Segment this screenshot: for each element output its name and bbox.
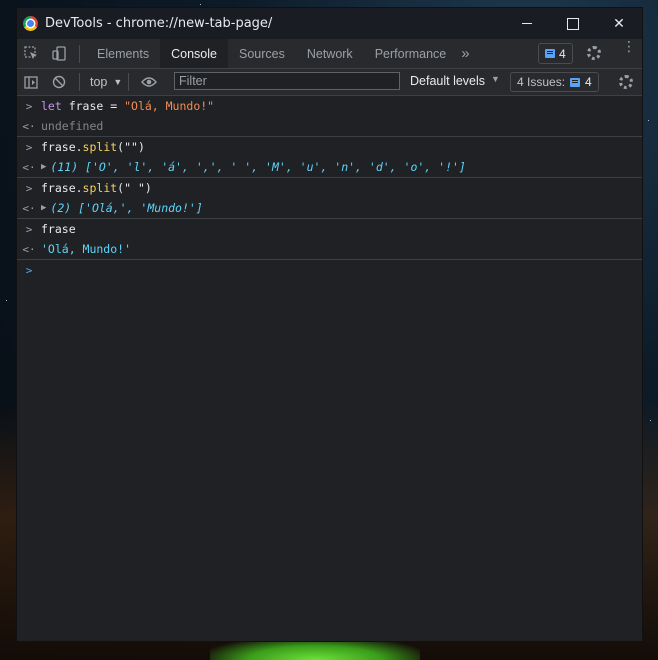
console-result-line[interactable]: <· ▶ (2) ['Olá,', 'Mundo!'] <box>17 198 642 218</box>
star <box>648 120 649 121</box>
console-prompt-line[interactable]: > <box>17 260 642 280</box>
result-arrow-icon: <· <box>22 242 36 256</box>
sidebar-icon <box>24 75 38 89</box>
close-button[interactable]: ✕ <box>596 8 642 39</box>
console-result-line: <· 'Olá, Mundo!' <box>17 239 642 259</box>
object-token: frase <box>41 222 76 236</box>
star <box>6 300 7 301</box>
window-title: DevTools - chrome://new-tab-page/ <box>45 16 273 31</box>
chrome-logo-icon <box>23 16 38 31</box>
console-entry: > frase. split (" ") <· ▶ (2) ['Olá,', 'Mu… <box>17 178 642 219</box>
result-arrow-icon: <· <box>22 201 36 215</box>
more-options-button[interactable]: ⋮ <box>622 40 636 54</box>
clear-console-button[interactable] <box>45 69 73 95</box>
result-value: (11) ['O', 'l', 'á', ',', ' ', 'M', 'u',… <box>50 160 466 174</box>
console-input-line: > frase. split ("") <box>17 137 642 157</box>
args-token: ("") <box>117 140 145 154</box>
console-result-line: <· undefined <box>17 116 642 136</box>
keyword-token: let <box>41 99 62 113</box>
gear-icon <box>619 75 633 89</box>
console-result-line[interactable]: <· ▶ (11) ['O', 'l', 'á', ',', ' ', 'M',… <box>17 157 642 177</box>
input-prompt-icon: > <box>25 181 33 195</box>
messages-badge[interactable]: 4 <box>538 43 573 64</box>
console-entry: > let frase = "Olá, Mundo!" <· undefined <box>17 96 642 137</box>
console-input-line: > frase. split (" ") <box>17 178 642 198</box>
result-arrow-icon: <· <box>22 160 36 174</box>
dropdown-arrow-icon: ▼ <box>113 77 123 87</box>
code-token: frase = <box>61 99 125 113</box>
messages-count: 4 <box>559 46 566 61</box>
issue-icon <box>570 77 581 87</box>
input-prompt-icon: > <box>25 140 33 154</box>
function-token: split <box>82 140 118 154</box>
result-value: 'Olá, Mundo!' <box>41 242 132 256</box>
console-toolbar: top ▼ Filter Default levels ▼ 4 Issues: … <box>17 69 642 96</box>
log-levels-dropdown[interactable]: Default levels ▼ <box>410 74 500 88</box>
maximize-icon <box>567 17 579 30</box>
expand-triangle-icon[interactable]: ▶ <box>41 162 46 172</box>
gear-icon <box>587 46 601 60</box>
issues-label: 4 Issues: <box>517 75 566 89</box>
expand-triangle-icon[interactable]: ▶ <box>41 203 46 213</box>
filter-input[interactable]: Filter <box>174 72 400 90</box>
console-output: > let frase = "Olá, Mundo!" <· undefined… <box>17 96 642 280</box>
object-token: frase. <box>41 181 83 195</box>
inspect-icon <box>23 46 37 59</box>
device-icon <box>51 46 66 61</box>
tab-elements[interactable]: Elements <box>86 39 160 68</box>
title-bar: DevTools - chrome://new-tab-page/ ✕ <box>17 8 642 39</box>
panel-tabbar: Elements Console Sources Network Perform… <box>17 39 642 69</box>
maximize-button[interactable] <box>550 8 596 39</box>
input-prompt-icon: > <box>25 99 33 113</box>
star <box>200 4 201 5</box>
function-token: split <box>82 181 118 195</box>
context-label: top <box>90 75 108 89</box>
tab-console[interactable]: Console <box>160 39 228 68</box>
console-settings-button[interactable] <box>619 75 633 89</box>
device-toolbar-button[interactable] <box>45 39 73 68</box>
divider <box>128 73 130 91</box>
console-prompt-icon: > <box>25 263 33 277</box>
minimize-button[interactable] <box>504 8 550 39</box>
console-input-line: > let frase = "Olá, Mundo!" <box>17 96 642 116</box>
input-prompt-icon: > <box>25 222 33 236</box>
issues-button[interactable]: 4 Issues: 4 <box>510 72 599 92</box>
console-entry: > frase. split ("") <· ▶ (11) ['O', 'l', '… <box>17 137 642 178</box>
object-token: frase. <box>41 140 83 154</box>
issues-count: 4 <box>585 75 592 89</box>
clear-icon <box>52 75 66 89</box>
result-arrow-icon: <· <box>22 119 36 133</box>
tab-network[interactable]: Network <box>296 39 364 68</box>
show-sidebar-button[interactable] <box>17 69 45 95</box>
divider <box>79 44 80 63</box>
live-expression-button[interactable] <box>135 69 163 95</box>
kebab-menu-icon: ⋮ <box>622 39 636 55</box>
console-entry: > frase <· 'Olá, Mundo!' <box>17 219 642 260</box>
tab-sources[interactable]: Sources <box>228 39 296 68</box>
message-icon <box>545 49 555 58</box>
string-token: "Olá, Mundo!" <box>124 99 215 113</box>
minimize-icon <box>522 22 532 25</box>
result-value: undefined <box>41 119 104 133</box>
inspect-element-button[interactable] <box>17 39 45 68</box>
args-token: (" ") <box>117 181 152 195</box>
log-levels-label: Default levels <box>410 74 486 88</box>
devtools-window: DevTools - chrome://new-tab-page/ ✕ Elem… <box>17 8 642 641</box>
result-value: (2) ['Olá,', 'Mundo!'] <box>50 201 203 215</box>
more-tabs-button[interactable]: » <box>457 39 473 68</box>
context-selector[interactable]: top ▼ <box>90 75 122 89</box>
settings-button[interactable] <box>587 46 601 60</box>
tab-performance[interactable]: Performance <box>364 39 458 68</box>
desktop-tent-light <box>210 638 420 660</box>
eye-icon <box>141 77 158 87</box>
star <box>650 420 651 421</box>
divider <box>79 73 80 91</box>
console-input-line: > frase <box>17 219 642 239</box>
close-icon: ✕ <box>613 15 625 32</box>
filter-placeholder: Filter <box>179 74 207 88</box>
dropdown-arrow-icon: ▼ <box>491 74 500 84</box>
